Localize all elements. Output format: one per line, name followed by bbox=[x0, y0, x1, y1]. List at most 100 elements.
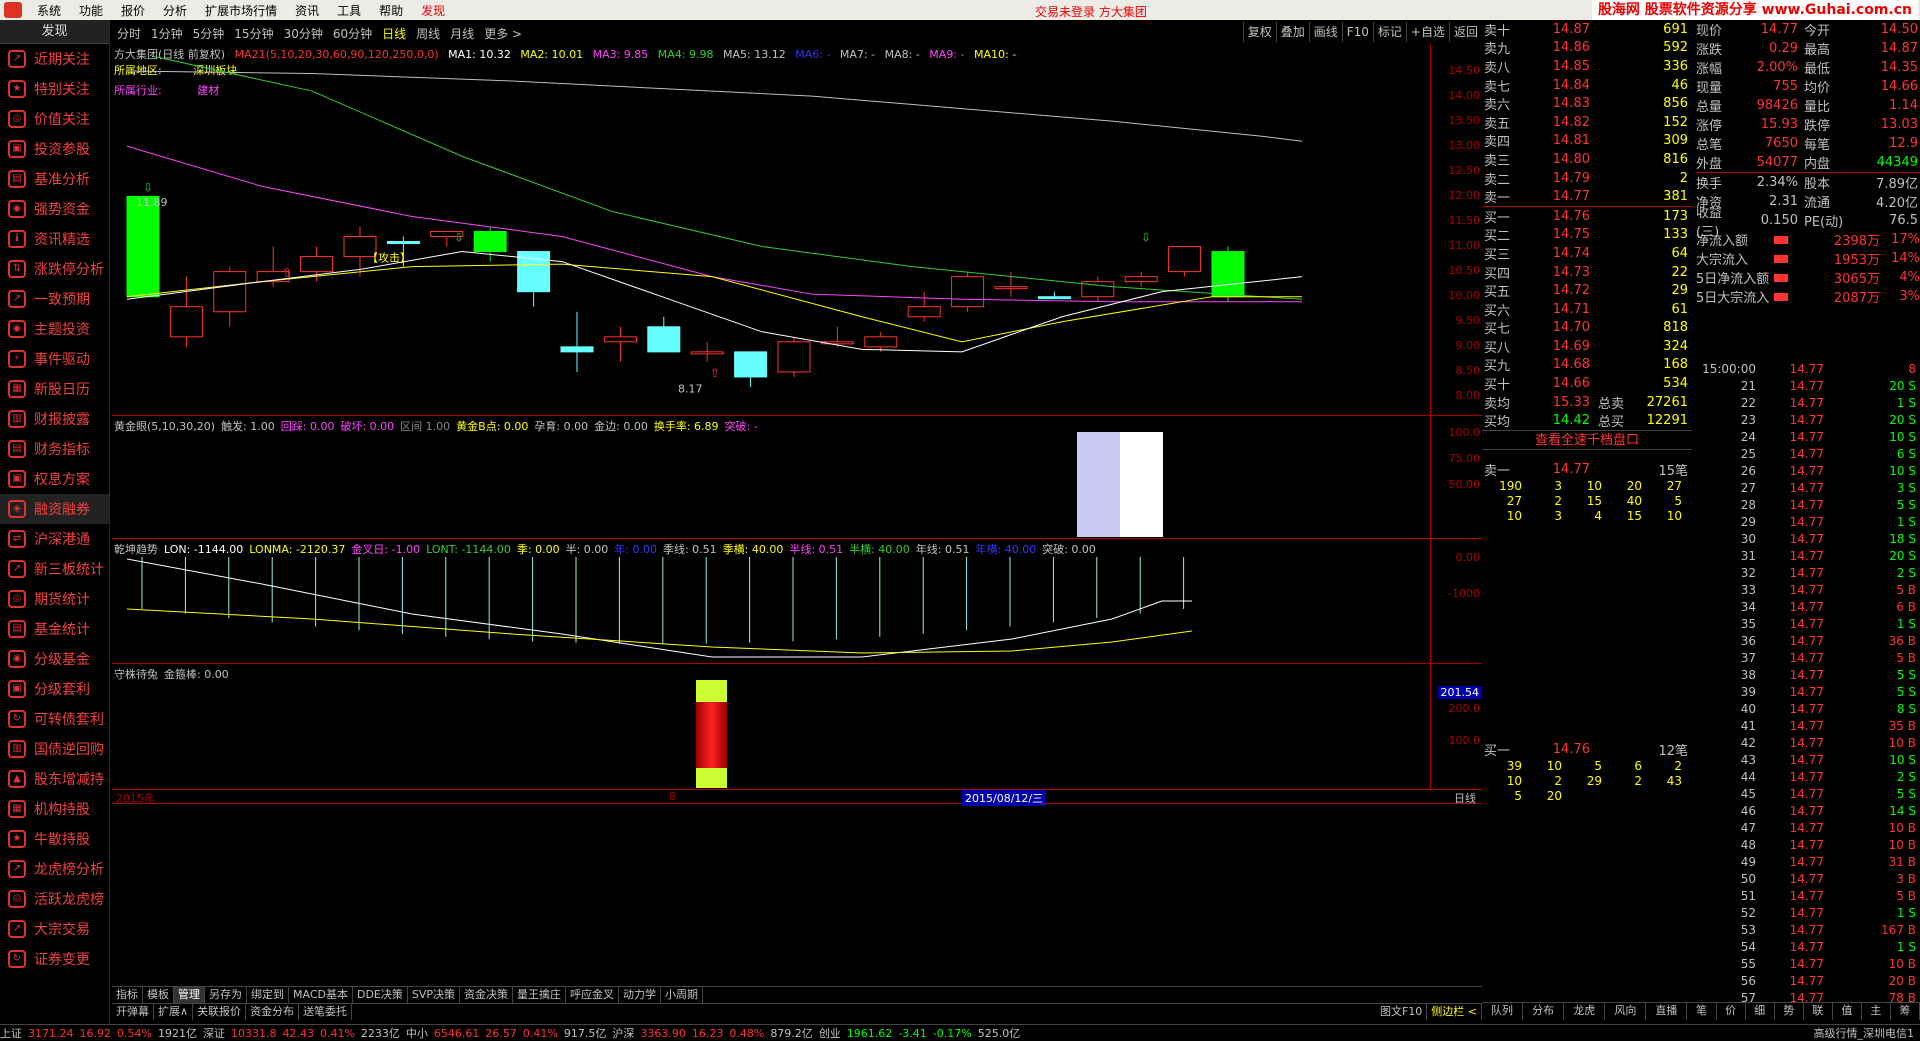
sidebar-item[interactable]: ◎ 期货统计 bbox=[0, 584, 109, 614]
sidebar-item[interactable]: ▤ 基金统计 bbox=[0, 614, 109, 644]
extra-tab[interactable]: 资金分布 bbox=[246, 1004, 300, 1020]
buy-row[interactable]: 买四 14.73 22 bbox=[1482, 263, 1692, 282]
chart-tool-button[interactable]: 复权 bbox=[1242, 22, 1276, 42]
buy-row[interactable]: 买十 14.66 534 bbox=[1482, 374, 1692, 393]
extra-tab[interactable]: 扩展∧ bbox=[154, 1004, 194, 1020]
sidebar-item[interactable]: ▥ 国债逆回购 bbox=[0, 734, 109, 764]
sidebar-item[interactable]: ▥ 财报披露 bbox=[0, 404, 109, 434]
indicator-tab[interactable]: 管理 bbox=[174, 987, 205, 1003]
sidebar-item[interactable]: ▣ 投资参股 bbox=[0, 134, 109, 164]
sidebar-item[interactable]: ℹ 资讯精选 bbox=[0, 224, 109, 254]
indicator-tab[interactable]: 小周期 bbox=[661, 987, 704, 1003]
menu-tools[interactable]: 工具 bbox=[328, 2, 370, 19]
sell-row[interactable]: 卖九 14.86 592 bbox=[1482, 39, 1692, 57]
sell-row[interactable]: 卖二 14.79 2 bbox=[1482, 169, 1692, 188]
sidebar-item[interactable]: ⇄ 沪深港通 bbox=[0, 524, 109, 554]
sidebar-item[interactable]: ▤ 财务指标 bbox=[0, 434, 109, 464]
sell-row[interactable]: 卖四 14.81 309 bbox=[1482, 132, 1692, 150]
sidebar-item[interactable]: ◎ 活跃龙虎榜 bbox=[0, 884, 109, 914]
menu-discover[interactable]: 发现 bbox=[412, 2, 454, 19]
buy-row[interactable]: 买七 14.70 818 bbox=[1482, 319, 1692, 337]
extra-tab[interactable]: 关联报价 bbox=[193, 1004, 247, 1020]
menu-help[interactable]: 帮助 bbox=[370, 2, 412, 19]
right-tab[interactable]: 主 bbox=[1862, 1003, 1891, 1020]
menu-system[interactable]: 系统 bbox=[28, 2, 70, 19]
panel-toggle[interactable]: 图文F10 bbox=[1376, 1004, 1428, 1020]
indicator-tab[interactable]: 另存为 bbox=[205, 987, 247, 1003]
sidebar-item[interactable]: ◉ 强势资金 bbox=[0, 194, 109, 224]
sidebar-item[interactable]: ↗ 新三板统计 bbox=[0, 554, 109, 584]
indicator-tab[interactable]: 模板 bbox=[143, 987, 174, 1003]
right-tab[interactable]: 筹 bbox=[1891, 1003, 1920, 1020]
sidebar-item[interactable]: ▣ 权息方案 bbox=[0, 464, 109, 494]
menu-extended-market[interactable]: 扩展市场行情 bbox=[196, 2, 286, 19]
period-tab[interactable]: 1分钟 bbox=[146, 25, 188, 42]
indicator-tab[interactable]: 量王擒庄 bbox=[513, 987, 567, 1003]
buy-row[interactable]: 买八 14.69 324 bbox=[1482, 337, 1692, 356]
right-tab[interactable]: 价 bbox=[1717, 1003, 1746, 1020]
sell-row[interactable]: 卖十 14.87 691 bbox=[1482, 20, 1692, 39]
period-tab[interactable]: 60分钟 bbox=[328, 25, 377, 42]
sidebar-item[interactable]: ◉ 主题投资 bbox=[0, 314, 109, 344]
indicator-tab[interactable]: 呼应金叉 bbox=[566, 987, 620, 1003]
buy-row[interactable]: 买一 14.76 173 bbox=[1482, 207, 1692, 226]
menu-function[interactable]: 功能 bbox=[70, 2, 112, 19]
right-tab[interactable]: 分布 bbox=[1523, 1003, 1565, 1020]
view-all-depth-button[interactable]: 查看全速千档盘口 bbox=[1482, 430, 1692, 451]
rabbit-pane[interactable]: 守株待兔 金箍棒: 0.00 200.0 100.0 201.54 bbox=[112, 664, 1482, 790]
buy-row[interactable]: 买五 14.72 29 bbox=[1482, 281, 1692, 300]
sidebar-item[interactable]: ◈ 融资融券 bbox=[0, 494, 109, 524]
sell-row[interactable]: 卖六 14.83 856 bbox=[1482, 94, 1692, 113]
sell-row[interactable]: 卖五 14.82 152 bbox=[1482, 113, 1692, 132]
chart-tool-button[interactable]: 叠加 bbox=[1275, 22, 1309, 42]
sidebar-item[interactable]: ◉ 分级基金 bbox=[0, 644, 109, 674]
indicator-tab[interactable]: SVP决策 bbox=[408, 987, 461, 1003]
chart-tool-button[interactable]: +自选 bbox=[1405, 22, 1449, 42]
sell-row[interactable]: 卖三 14.80 816 bbox=[1482, 150, 1692, 169]
right-tab[interactable]: 龙虎 bbox=[1564, 1003, 1606, 1020]
chart-tool-button[interactable]: 标记 bbox=[1372, 22, 1406, 42]
indicator-tab[interactable]: 资金决策 bbox=[460, 987, 514, 1003]
sidebar-item[interactable]: ⇅ 涨跌停分析 bbox=[0, 254, 109, 284]
period-tab[interactable]: 分时 bbox=[112, 25, 146, 42]
indicator-tab[interactable]: 动力学 bbox=[619, 987, 662, 1003]
buy-row[interactable]: 买三 14.74 64 bbox=[1482, 244, 1692, 263]
buy-row[interactable]: 买九 14.68 168 bbox=[1482, 356, 1692, 374]
right-tab[interactable]: 队列 bbox=[1482, 1003, 1524, 1020]
period-tab[interactable]: 周线 bbox=[411, 25, 445, 42]
buy-row[interactable]: 买二 14.75 133 bbox=[1482, 226, 1692, 244]
sidebar-item[interactable]: ★ 特别关注 bbox=[0, 74, 109, 104]
period-tab[interactable]: 15分钟 bbox=[229, 25, 278, 42]
menu-news[interactable]: 资讯 bbox=[286, 2, 328, 19]
kline-pane[interactable]: 方大集团(日线 前复权) MA21(5,10,20,30,60,90,120,2… bbox=[112, 44, 1482, 416]
indicator-tab[interactable]: 指标 bbox=[112, 987, 143, 1003]
indicator-tab[interactable]: MACD基本 bbox=[289, 987, 353, 1003]
tick-list[interactable]: 15:00:00 14.77 8 21 14.77 20 S 22 14.77 1 S 23 14.… bbox=[1696, 360, 1920, 1006]
chart-tool-button[interactable]: 返回 bbox=[1448, 22, 1482, 42]
extra-tab[interactable]: 送笔委托 bbox=[299, 1004, 353, 1020]
sidebar-item[interactable]: ↗ 近期关注 bbox=[0, 44, 109, 74]
right-tab[interactable]: 笔 bbox=[1687, 1003, 1717, 1020]
right-tab[interactable]: 直播 bbox=[1646, 1003, 1688, 1020]
chart-tool-button[interactable]: 画线 bbox=[1308, 22, 1342, 42]
sidebar-item[interactable]: ↻ 可转债套利 bbox=[0, 704, 109, 734]
menu-analysis[interactable]: 分析 bbox=[154, 2, 196, 19]
sidebar-item[interactable]: ★ 牛散持股 bbox=[0, 824, 109, 854]
period-tab[interactable]: 30分钟 bbox=[279, 25, 328, 42]
sell-row[interactable]: 卖七 14.84 46 bbox=[1482, 76, 1692, 95]
period-tab[interactable]: 月线 bbox=[445, 25, 479, 42]
period-tab[interactable]: 更多 > bbox=[479, 25, 527, 42]
buy-row[interactable]: 买六 14.71 61 bbox=[1482, 300, 1692, 319]
menu-quote[interactable]: 报价 bbox=[112, 2, 154, 19]
sidebar-item[interactable]: ▦ 机构持股 bbox=[0, 794, 109, 824]
right-tab[interactable]: 细 bbox=[1746, 1003, 1775, 1020]
period-tab[interactable]: 日线 bbox=[377, 25, 411, 42]
trend-pane[interactable]: 乾坤趋势 LON: -1144.00 LONMA: -2120.37 金叉日: -1.… bbox=[112, 539, 1482, 664]
extra-tab[interactable]: 开弹幕 bbox=[112, 1004, 154, 1020]
chart-tool-button[interactable]: F10 bbox=[1341, 22, 1373, 42]
sidebar-item[interactable]: ◎ 价值关注 bbox=[0, 104, 109, 134]
sidebar-item[interactable]: ↗ 龙虎榜分析 bbox=[0, 854, 109, 884]
sidebar-item[interactable]: ↗ 一致预期 bbox=[0, 284, 109, 314]
indicator-tab[interactable]: 绑定到 bbox=[247, 987, 289, 1003]
sidebar-item[interactable]: ⚡ 事件驱动 bbox=[0, 344, 109, 374]
